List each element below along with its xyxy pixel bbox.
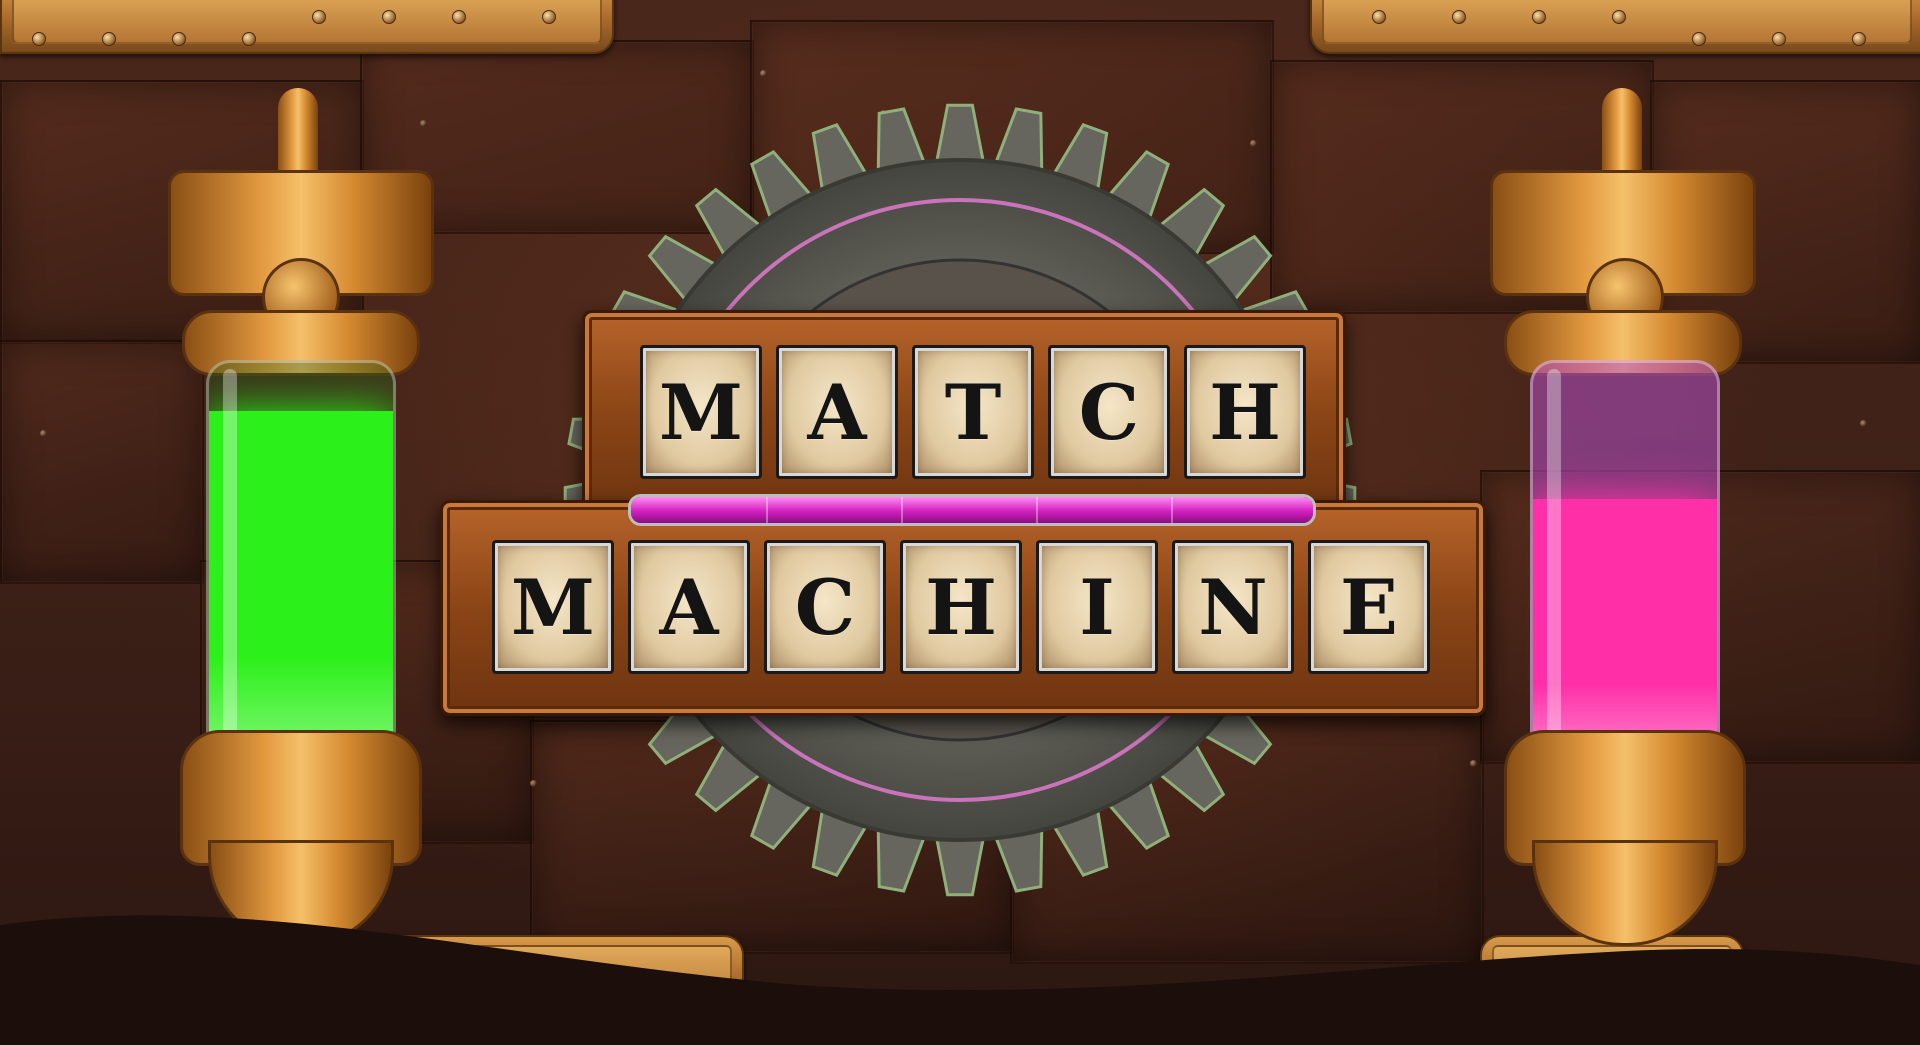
game-background: M A T C H M A C H I N E: [0, 0, 1920, 1045]
dark-ground-wave: [0, 915, 1920, 1045]
